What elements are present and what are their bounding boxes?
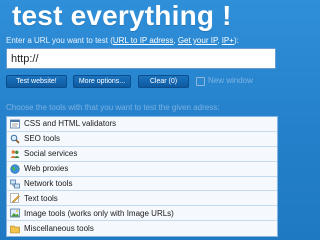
network-icon <box>10 179 20 189</box>
image-icon <box>10 208 20 218</box>
url-input[interactable] <box>6 48 276 69</box>
tool-item-network-tools[interactable]: Network tools <box>7 176 277 192</box>
choose-tools-label: Choose the tools with that you want to t… <box>6 103 220 112</box>
tool-label: Social services <box>24 149 78 159</box>
tool-label: Web proxies <box>24 164 69 174</box>
tool-item-seo-tools[interactable]: SEO tools <box>7 131 277 147</box>
tools-list: CSS and HTML validators SEO tools Social… <box>6 116 278 238</box>
tool-label: SEO tools <box>24 134 61 144</box>
ip-plus-link[interactable]: IP+ <box>222 36 234 45</box>
tool-label: Network tools <box>24 179 73 188</box>
tool-item-css-html-validators[interactable]: CSS and HTML validators <box>7 117 277 132</box>
pencil-icon <box>10 193 20 204</box>
magnifier-icon <box>10 134 20 144</box>
validator-icon <box>10 119 20 129</box>
people-icon <box>10 149 20 159</box>
tool-label: CSS and HTML validators <box>24 119 117 129</box>
new-window-label: New window <box>208 76 253 85</box>
tool-item-web-proxies[interactable]: Web proxies <box>7 161 277 177</box>
tool-item-image-tools[interactable]: Image tools (works only with Image URLs) <box>7 206 277 222</box>
get-your-ip-link[interactable]: Get your IP <box>178 36 217 45</box>
prompt-text: Enter a URL you want to test ( <box>6 36 113 45</box>
tool-item-text-tools[interactable]: Text tools <box>7 191 277 207</box>
folder-icon <box>10 224 20 234</box>
tool-item-miscellaneous-tools[interactable]: Miscellaneous tools <box>7 221 277 237</box>
tool-item-social-services[interactable]: Social services <box>7 146 277 162</box>
tool-label: Image tools (works only with Image URLs) <box>24 208 174 218</box>
globe-icon <box>10 164 20 174</box>
tool-label: Miscellaneous tools <box>24 224 94 234</box>
page: test everything ! Enter a URL you want t… <box>0 0 282 240</box>
new-window-checkbox[interactable] <box>196 77 205 86</box>
more-options-button[interactable]: More options... <box>73 75 131 88</box>
url-prompt: Enter a URL you want to test (URL to IP … <box>6 36 280 45</box>
clear-button[interactable]: Clear (0) <box>138 75 189 88</box>
tool-label: Text tools <box>24 193 58 203</box>
test-website-button[interactable]: Test website! <box>6 75 67 88</box>
url-to-ip-link[interactable]: URL to IP adress <box>113 36 173 45</box>
prompt-text-end: ): <box>233 36 239 45</box>
page-title: test everything ! <box>12 0 232 31</box>
